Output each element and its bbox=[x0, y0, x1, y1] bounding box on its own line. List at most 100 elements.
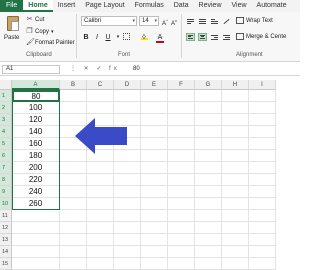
cell-h2[interactable] bbox=[222, 102, 249, 114]
cell-b7[interactable] bbox=[60, 162, 87, 174]
cell-h8[interactable] bbox=[222, 174, 249, 186]
tab-file[interactable]: File bbox=[0, 0, 24, 12]
cell-e6[interactable] bbox=[141, 150, 168, 162]
borders-button[interactable] bbox=[122, 33, 130, 42]
cell-h14[interactable] bbox=[222, 246, 249, 258]
cell-g6[interactable] bbox=[195, 150, 222, 162]
cell-i7[interactable] bbox=[249, 162, 276, 174]
cell-f12[interactable] bbox=[168, 222, 195, 234]
cut-button[interactable]: ✂ Cut bbox=[26, 16, 45, 23]
row-header-11[interactable]: 11 bbox=[0, 210, 12, 222]
tab-automate[interactable]: Automate bbox=[252, 0, 292, 12]
cell-a9[interactable]: 240 bbox=[12, 186, 60, 198]
column-header-h[interactable]: H bbox=[222, 80, 249, 90]
cell-f5[interactable] bbox=[168, 138, 195, 150]
cell-c13[interactable] bbox=[87, 234, 114, 246]
cell-e12[interactable] bbox=[141, 222, 168, 234]
cell-d1[interactable] bbox=[114, 90, 141, 102]
cell-g3[interactable] bbox=[195, 114, 222, 126]
cell-h13[interactable] bbox=[222, 234, 249, 246]
tab-formulas[interactable]: Formulas bbox=[130, 0, 169, 12]
cell-f9[interactable] bbox=[168, 186, 195, 198]
cell-f4[interactable] bbox=[168, 126, 195, 138]
cell-g13[interactable] bbox=[195, 234, 222, 246]
cell-f1[interactable] bbox=[168, 90, 195, 102]
name-box[interactable]: A1 bbox=[2, 65, 60, 74]
cell-g14[interactable] bbox=[195, 246, 222, 258]
cell-c7[interactable] bbox=[87, 162, 114, 174]
cell-a15[interactable] bbox=[12, 258, 60, 270]
column-header-i[interactable]: I bbox=[249, 80, 276, 90]
cell-b11[interactable] bbox=[60, 210, 87, 222]
cell-c12[interactable] bbox=[87, 222, 114, 234]
column-header-d[interactable]: D bbox=[114, 80, 141, 90]
row-header-5[interactable]: 5 bbox=[0, 138, 12, 150]
row-header-15[interactable]: 15 bbox=[0, 258, 12, 270]
cell-d10[interactable] bbox=[114, 198, 141, 210]
cell-g12[interactable] bbox=[195, 222, 222, 234]
tab-insert[interactable]: Insert bbox=[53, 0, 81, 12]
cell-e2[interactable] bbox=[141, 102, 168, 114]
cell-g10[interactable] bbox=[195, 198, 222, 210]
cell-i2[interactable] bbox=[249, 102, 276, 114]
cell-f7[interactable] bbox=[168, 162, 195, 174]
tab-home[interactable]: Home bbox=[23, 0, 53, 12]
cell-d13[interactable] bbox=[114, 234, 141, 246]
cell-c8[interactable] bbox=[87, 174, 114, 186]
cell-a10[interactable]: 260 bbox=[12, 198, 60, 210]
cell-g8[interactable] bbox=[195, 174, 222, 186]
cell-h3[interactable] bbox=[222, 114, 249, 126]
cell-g15[interactable] bbox=[195, 258, 222, 270]
row-header-13[interactable]: 13 bbox=[0, 234, 12, 246]
underline-button[interactable]: U bbox=[104, 33, 112, 42]
cell-e13[interactable] bbox=[141, 234, 168, 246]
cell-g9[interactable] bbox=[195, 186, 222, 198]
column-header-a[interactable]: A bbox=[12, 80, 60, 90]
font-name-select[interactable]: Calibri ▾ bbox=[81, 16, 137, 26]
cell-d2[interactable] bbox=[114, 102, 141, 114]
cell-c9[interactable] bbox=[87, 186, 114, 198]
cell-e10[interactable] bbox=[141, 198, 168, 210]
row-header-8[interactable]: 8 bbox=[0, 174, 12, 186]
cell-i14[interactable] bbox=[249, 246, 276, 258]
cell-g7[interactable] bbox=[195, 162, 222, 174]
worksheet-grid[interactable]: ABCDEFGHI 12345678910111213141516 801001… bbox=[0, 80, 300, 270]
cell-a12[interactable] bbox=[12, 222, 60, 234]
cell-b2[interactable] bbox=[60, 102, 87, 114]
cell-i1[interactable] bbox=[249, 90, 276, 102]
cell-f11[interactable] bbox=[168, 210, 195, 222]
cell-h12[interactable] bbox=[222, 222, 249, 234]
row-header-7[interactable]: 7 bbox=[0, 162, 12, 174]
align-right-button[interactable] bbox=[210, 33, 219, 41]
cell-b10[interactable] bbox=[60, 198, 87, 210]
cell-f15[interactable] bbox=[168, 258, 195, 270]
bottom-align-button[interactable] bbox=[210, 17, 219, 25]
formula-input[interactable]: 80 bbox=[133, 65, 140, 74]
cell-e11[interactable] bbox=[141, 210, 168, 222]
cell-a8[interactable]: 220 bbox=[12, 174, 60, 186]
bold-button[interactable]: B bbox=[82, 33, 90, 42]
cell-d12[interactable] bbox=[114, 222, 141, 234]
cell-b14[interactable] bbox=[60, 246, 87, 258]
merge-center-button[interactable]: Merge & Cente bbox=[236, 33, 286, 40]
cell-i13[interactable] bbox=[249, 234, 276, 246]
formula-bar-controls[interactable]: ⋮ ✕ ✓ fx bbox=[70, 65, 120, 72]
cell-g4[interactable] bbox=[195, 126, 222, 138]
select-all-corner[interactable] bbox=[0, 80, 12, 90]
cell-a14[interactable] bbox=[12, 246, 60, 258]
row-header-9[interactable]: 9 bbox=[0, 186, 12, 198]
row-header-3[interactable]: 3 bbox=[0, 114, 12, 126]
cell-i15[interactable] bbox=[249, 258, 276, 270]
cell-i6[interactable] bbox=[249, 150, 276, 162]
cell-b9[interactable] bbox=[60, 186, 87, 198]
cell-c14[interactable] bbox=[87, 246, 114, 258]
cell-g11[interactable] bbox=[195, 210, 222, 222]
align-left-button[interactable] bbox=[186, 33, 195, 41]
row-header-6[interactable]: 6 bbox=[0, 150, 12, 162]
tab-page-layout[interactable]: Page Layout bbox=[80, 0, 129, 12]
cell-h10[interactable] bbox=[222, 198, 249, 210]
column-header-f[interactable]: F bbox=[168, 80, 195, 90]
cell-c10[interactable] bbox=[87, 198, 114, 210]
cell-h4[interactable] bbox=[222, 126, 249, 138]
cell-c2[interactable] bbox=[87, 102, 114, 114]
